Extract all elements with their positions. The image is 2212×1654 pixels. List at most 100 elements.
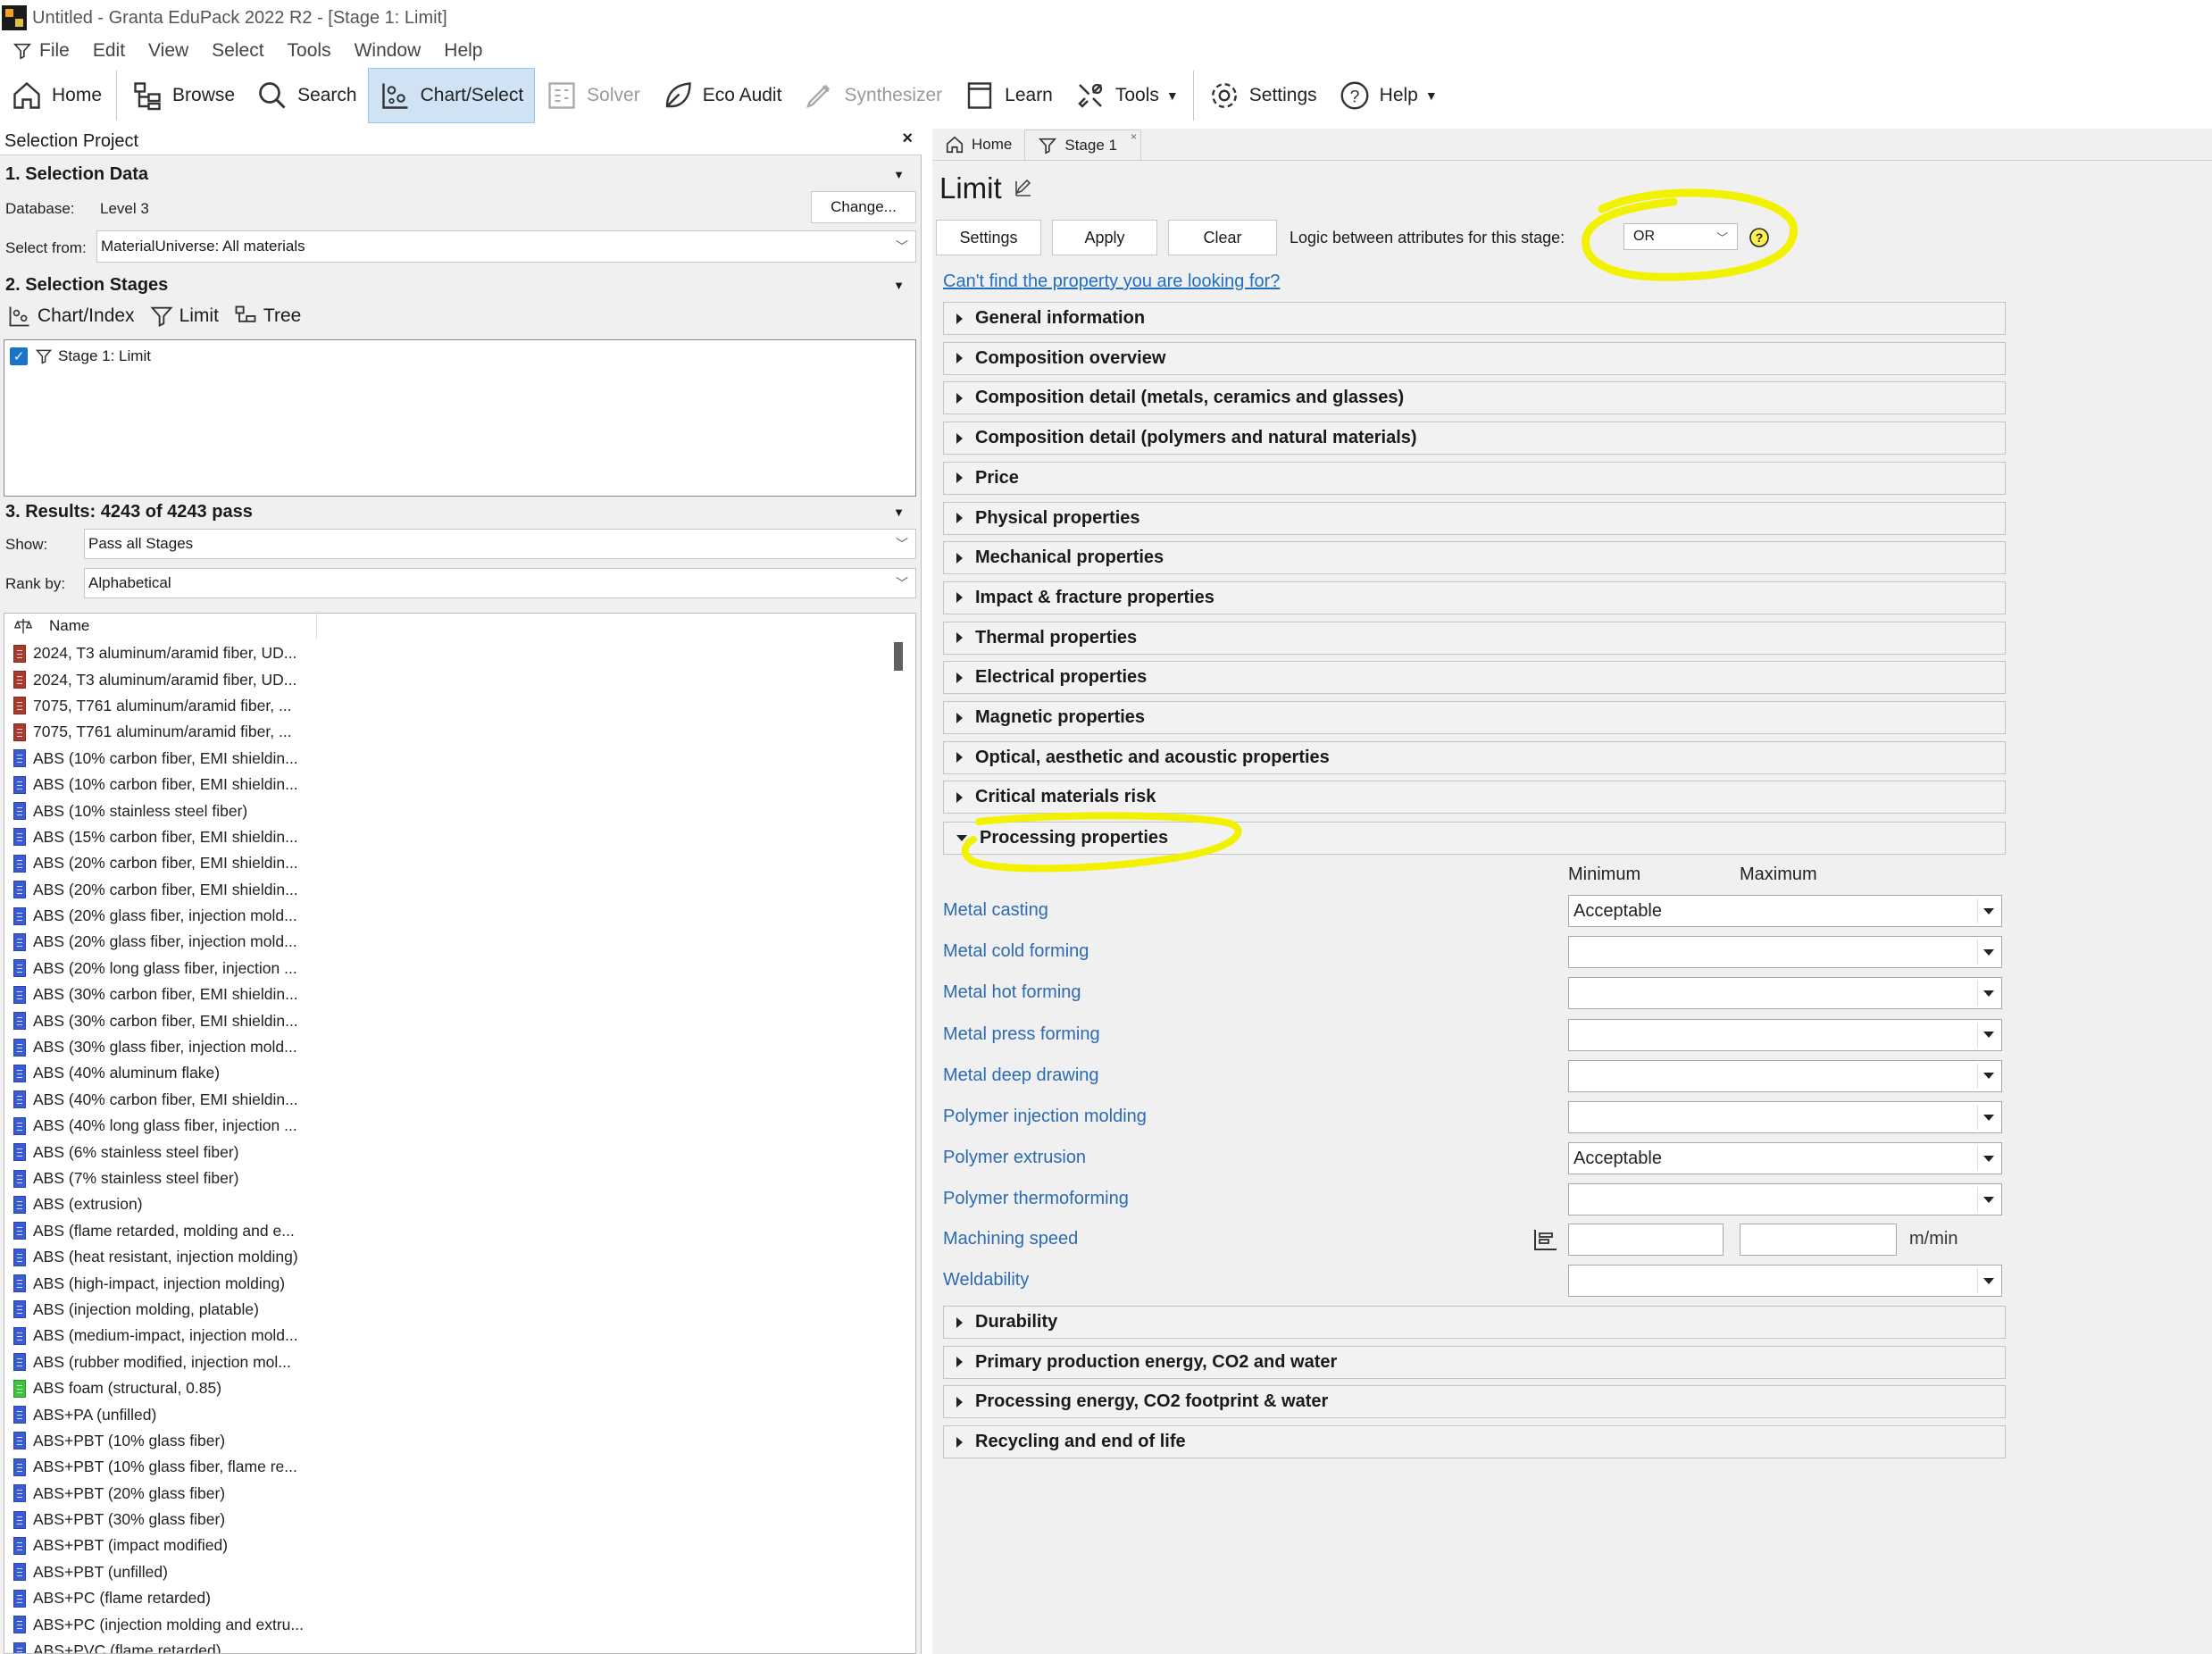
result-row[interactable]: 2024, T3 aluminum/aramid fiber, UD... [4,640,897,666]
home-button[interactable]: Home [0,68,113,123]
result-row[interactable]: ABS (flame retarded, molding and e... [4,1218,897,1244]
solver-button[interactable]: Solver [535,68,651,123]
clear-button[interactable]: Clear [1168,220,1277,255]
result-row[interactable]: ABS (10% carbon fiber, EMI shieldin... [4,746,897,772]
browse-button[interactable]: Browse [121,68,246,123]
section-processing-energy-co2-footprint-water[interactable]: Processing energy, CO2 footprint & water [943,1385,2006,1419]
result-row[interactable]: ABS (15% carbon fiber, EMI shieldin... [4,824,897,850]
section-impact-fracture-properties[interactable]: Impact & fracture properties [943,581,2006,614]
name-column-header[interactable]: Name [4,614,317,639]
result-row[interactable]: ABS+PA (unfilled) [4,1401,897,1427]
dropdown-arrow-icon[interactable] [1977,1105,1999,1130]
result-row[interactable]: ABS (7% stainless steel fiber) [4,1165,897,1191]
close-icon[interactable]: × [902,129,913,149]
show-dropdown[interactable]: Pass all Stages ﹀ [84,529,916,559]
section-general-information[interactable]: General information [943,302,2006,335]
section-processing-properties[interactable]: Processing properties [943,822,2006,855]
chart-index-button[interactable]: Chart/Index [7,304,135,329]
section-magnetic-properties[interactable]: Magnetic properties [943,701,2006,734]
section-composition-detail-polymers-and-natural-materials[interactable]: Composition detail (polymers and natural… [943,422,2006,455]
metal-deep-drawing-dropdown[interactable] [1568,1059,2002,1092]
tab-close-icon[interactable]: × [1131,130,1137,143]
logic-dropdown[interactable]: OR ﹀ [1624,223,1738,250]
polymer-injection-molding-label[interactable]: Polymer injection molding [943,1107,1147,1127]
synthesizer-button[interactable]: Synthesizer [792,68,953,123]
result-row[interactable]: ABS foam (structural, 0.85) [4,1375,897,1401]
dropdown-arrow-icon[interactable] [1977,1187,1999,1213]
help-button[interactable]: ? Help ▼ [1328,68,1448,123]
tree-button[interactable]: Tree [233,304,301,329]
section-critical-materials-risk[interactable]: Critical materials risk [943,781,2006,814]
collapse-caret-icon[interactable]: ▼ [893,279,905,292]
tab-stage-1[interactable]: Stage 1 × [1024,129,1141,160]
polymer-thermoforming-dropdown[interactable] [1568,1183,2002,1216]
result-row[interactable]: ABS (medium-impact, injection mold... [4,1323,897,1349]
collapse-caret-icon[interactable]: ▼ [893,168,905,181]
dropdown-arrow-icon[interactable] [1977,1063,1999,1089]
limit-button[interactable]: Limit [149,304,219,329]
metal-press-forming-label[interactable]: Metal press forming [943,1024,1100,1045]
result-row[interactable]: ABS (40% aluminum flake) [4,1060,897,1086]
result-row[interactable]: ABS (high-impact, injection molding) [4,1270,897,1296]
select-from-dropdown[interactable]: MaterialUniverse: All materials ﹀ [96,230,916,263]
eco-audit-button[interactable]: Eco Audit [651,68,793,123]
result-row[interactable]: ABS (30% carbon fiber, EMI shieldin... [4,1007,897,1033]
result-row[interactable]: ABS (rubber modified, injection mol... [4,1349,897,1375]
stage-checkbox[interactable]: ✓ [10,347,28,365]
result-row[interactable]: ABS (30% carbon fiber, EMI shieldin... [4,982,897,1007]
learn-button[interactable]: Learn [953,68,1064,123]
result-row[interactable]: ABS+PC (injection molding and extru... [4,1611,897,1637]
dropdown-arrow-icon[interactable] [1977,1146,1999,1172]
rank-by-dropdown[interactable]: Alphabetical ﹀ [84,568,916,598]
machining-speed-label[interactable]: Machining speed [943,1229,1078,1249]
polymer-extrusion-dropdown[interactable]: Acceptable [1568,1142,2002,1175]
result-row[interactable]: ABS (40% long glass fiber, injection ... [4,1113,897,1139]
polymer-extrusion-label[interactable]: Polymer extrusion [943,1148,1086,1168]
result-row[interactable]: ABS (10% carbon fiber, EMI shieldin... [4,772,897,798]
machining-speed-min-input[interactable] [1568,1224,1724,1256]
menu-view[interactable]: View [148,40,188,62]
search-button[interactable]: Search [246,68,368,123]
chart-select-button[interactable]: Chart/Select [367,68,536,123]
result-row[interactable]: 2024, T3 aluminum/aramid fiber, UD... [4,666,897,692]
section-mechanical-properties[interactable]: Mechanical properties [943,541,2006,575]
section-thermal-properties[interactable]: Thermal properties [943,621,2006,655]
result-row[interactable]: ABS (40% carbon fiber, EMI shieldin... [4,1087,897,1113]
result-row[interactable]: ABS+PVC (flame retarded) [4,1638,897,1653]
section-durability[interactable]: Durability [943,1306,2006,1339]
section-primary-production-energy-co2-and-water[interactable]: Primary production energy, CO2 and water [943,1345,2006,1379]
dropdown-arrow-icon[interactable] [1977,981,1999,1007]
result-row[interactable]: ABS (20% glass fiber, injection mold... [4,929,897,955]
section-optical-aesthetic-and-acoustic-properties[interactable]: Optical, aesthetic and acoustic properti… [943,740,2006,774]
metal-hot-forming-label[interactable]: Metal hot forming [943,982,1081,1003]
menu-file[interactable]: File [39,40,70,62]
result-row[interactable]: 7075, T761 aluminum/aramid fiber, ... [4,719,897,745]
polymer-thermoforming-label[interactable]: Polymer thermoforming [943,1189,1129,1209]
result-row[interactable]: ABS (10% stainless steel fiber) [4,798,897,823]
section-price[interactable]: Price [943,461,2006,495]
settings-button[interactable]: Settings [936,220,1041,255]
dropdown-arrow-icon[interactable] [1977,1022,1999,1048]
result-row[interactable]: ABS (20% carbon fiber, EMI shieldin... [4,877,897,903]
result-row[interactable]: ABS (20% glass fiber, injection mold... [4,903,897,929]
section-composition-detail-metals-ceramics-and-glasses[interactable]: Composition detail (metals, ceramics and… [943,381,2006,415]
weldability-dropdown[interactable] [1568,1265,2002,1297]
weldability-label[interactable]: Weldability [943,1270,1029,1291]
metal-cold-forming-dropdown[interactable] [1568,936,2002,969]
polymer-injection-molding-dropdown[interactable] [1568,1101,2002,1133]
missing-property-link[interactable]: Can't find the property you are looking … [943,271,1280,292]
metal-casting-label[interactable]: Metal casting [943,900,1048,921]
dropdown-arrow-icon[interactable] [1977,898,1999,923]
menu-window[interactable]: Window [355,40,422,62]
metal-cold-forming-label[interactable]: Metal cold forming [943,941,1089,962]
section-physical-properties[interactable]: Physical properties [943,501,2006,535]
collapse-caret-icon[interactable]: ▼ [893,505,905,519]
metal-casting-dropdown[interactable]: Acceptable [1568,895,2002,927]
section-composition-overview[interactable]: Composition overview [943,341,2006,375]
result-row[interactable]: ABS (30% glass fiber, injection mold... [4,1034,897,1060]
menu-tools[interactable]: Tools [288,40,331,62]
metal-deep-drawing-label[interactable]: Metal deep drawing [943,1065,1099,1086]
stage-item[interactable]: ✓ Stage 1: Limit [10,347,151,365]
dropdown-arrow-icon[interactable] [1977,940,1999,965]
result-row[interactable]: ABS+PBT (unfilled) [4,1559,897,1585]
